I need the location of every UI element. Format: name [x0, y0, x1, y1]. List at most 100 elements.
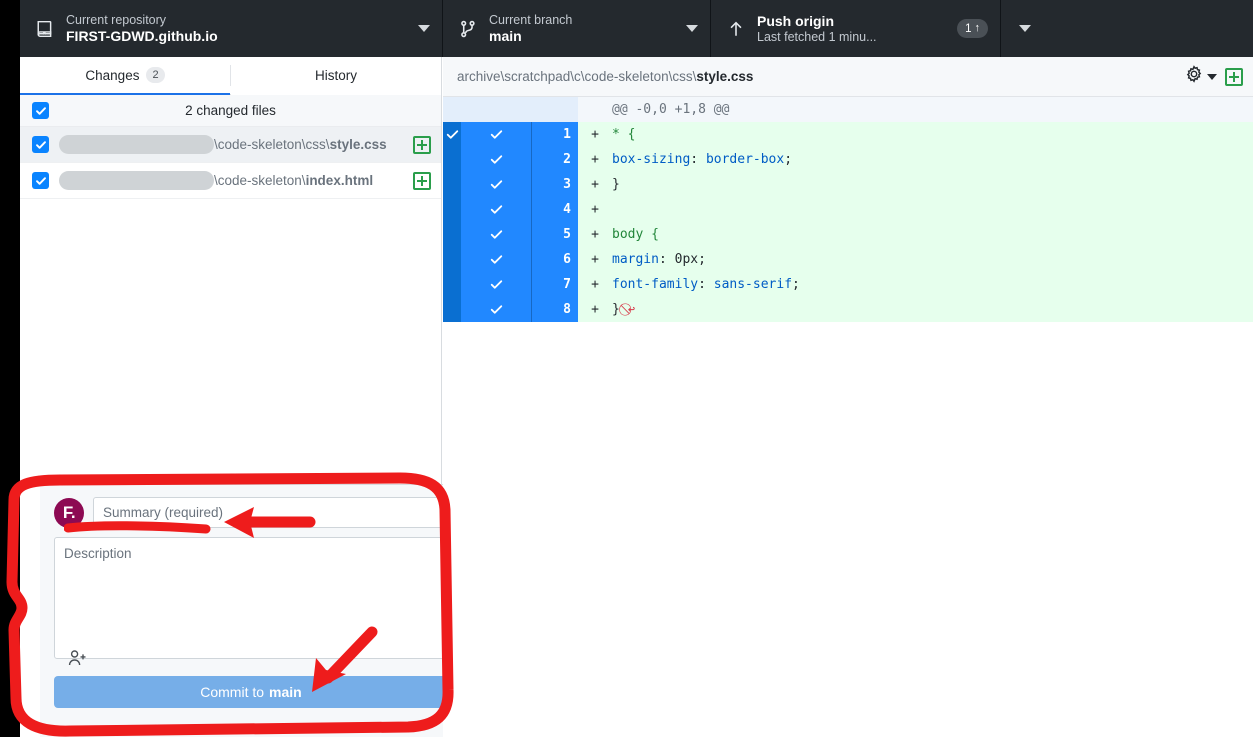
- repository-label: Current repository: [66, 12, 167, 27]
- repository-name: FIRST-GDWD.github.io: [66, 27, 218, 44]
- line-select-checkmark[interactable]: [461, 247, 531, 272]
- diff-file-path-prefix: archive\scratchpad\c\code-skeleton\css\: [457, 69, 697, 84]
- diff-file-name: style.css: [696, 69, 754, 84]
- arrow-up-icon: [723, 16, 749, 42]
- hunk-gutter-number: [531, 97, 578, 122]
- commit-description-input[interactable]: [54, 537, 448, 659]
- file-path: \code-skeleton\css\ style.css: [59, 135, 413, 154]
- file-list-item-index-html[interactable]: \code-skeleton\ index.html: [20, 163, 441, 199]
- tab-changes[interactable]: Changes 2: [20, 57, 230, 95]
- line-select-checkmark[interactable]: [461, 222, 531, 247]
- redacted-path-segment: [59, 135, 214, 154]
- diff-line-row[interactable]: 4 +: [443, 197, 1253, 222]
- line-select-checkmark[interactable]: [461, 197, 531, 222]
- line-content: }: [612, 177, 620, 192]
- no-newline-icon: ⃠↩: [627, 302, 636, 316]
- line-gutter-spacer: [443, 297, 461, 322]
- diff-header-actions: [1185, 65, 1243, 88]
- line-content: font-family: sans-serif;: [612, 277, 800, 292]
- push-options-button[interactable]: [1001, 0, 1049, 57]
- add-coauthor-icon[interactable]: [68, 649, 90, 669]
- line-number: 2: [531, 147, 578, 172]
- chevron-down-icon[interactable]: [418, 25, 430, 32]
- summary-row: F.: [54, 497, 448, 528]
- line-marker: +: [591, 202, 599, 217]
- file-list-item-style-css[interactable]: \code-skeleton\css\ style.css: [20, 127, 441, 163]
- hunk-marker: [578, 97, 612, 122]
- line-content: body {: [612, 227, 659, 242]
- select-all-checkbox[interactable]: [32, 102, 49, 119]
- line-content: }⃠↩: [612, 302, 636, 317]
- chevron-down-icon[interactable]: [1207, 73, 1217, 80]
- tab-history[interactable]: History: [231, 57, 441, 95]
- line-marker: +: [591, 252, 599, 267]
- current-branch-button[interactable]: Current branch main: [443, 0, 711, 57]
- commit-button-prefix: Commit to: [200, 684, 265, 700]
- file-status-added-icon: [413, 171, 431, 190]
- file-status-added-icon: [413, 135, 431, 154]
- line-select-checkmark[interactable]: [461, 172, 531, 197]
- repository-text: Current repository FIRST-GDWD.github.io: [66, 13, 410, 45]
- push-origin-subtitle: Last fetched 1 minu...: [757, 29, 877, 44]
- window-left-edge: [0, 0, 20, 737]
- diff-line-row[interactable]: 1 + * {: [443, 122, 1253, 147]
- line-content: margin: 0px;: [612, 252, 706, 267]
- line-number: 4: [531, 197, 578, 222]
- line-number: 3: [531, 172, 578, 197]
- file-name: style.css: [329, 137, 387, 152]
- line-number: 6: [531, 247, 578, 272]
- line-number: 5: [531, 222, 578, 247]
- file-path-prefix: \code-skeleton\: [214, 173, 306, 188]
- line-select-checkmark[interactable]: [461, 147, 531, 172]
- branch-icon: [455, 16, 481, 42]
- line-select-checkmark[interactable]: [461, 297, 531, 322]
- redacted-path-segment: [59, 171, 214, 190]
- ahead-commits-badge: 1 ↑: [957, 19, 988, 38]
- ahead-count: 1: [965, 22, 972, 35]
- diff-line-row[interactable]: 6 + margin: 0px;: [443, 247, 1253, 272]
- line-marker: +: [591, 277, 599, 292]
- diff-line-row[interactable]: 5 + body {: [443, 222, 1253, 247]
- file-path: \code-skeleton\ index.html: [59, 171, 413, 190]
- diff-line-row[interactable]: 3 + }: [443, 172, 1253, 197]
- changed-files-count-label: 2 changed files: [185, 103, 276, 118]
- diff-line-row[interactable]: 2 + box-sizing: border-box;: [443, 147, 1253, 172]
- expand-diff-icon[interactable]: [1225, 67, 1243, 86]
- line-gutter-spacer: [443, 272, 461, 297]
- tab-changes-count: 2: [146, 67, 165, 83]
- push-origin-button[interactable]: Push origin Last fetched 1 minu... 1 ↑: [711, 0, 1001, 57]
- line-select-checkmark[interactable]: [461, 122, 531, 147]
- commit-to-branch-button[interactable]: Commit to main: [54, 676, 448, 708]
- line-marker: +: [591, 227, 599, 242]
- line-select-checkmark[interactable]: [461, 272, 531, 297]
- changes-sidebar: Changes 2 History 2 changed files \code-…: [20, 57, 462, 737]
- line-gutter-spacer: [443, 172, 461, 197]
- diff-line-row[interactable]: 7 + font-family: sans-serif;: [443, 272, 1253, 297]
- line-content: box-sizing: border-box;: [612, 152, 793, 167]
- current-repository-button[interactable]: Current repository FIRST-GDWD.github.io: [20, 0, 443, 57]
- chevron-down-icon[interactable]: [1019, 25, 1031, 32]
- line-marker: +: [591, 302, 599, 317]
- diff-options-button[interactable]: [1185, 65, 1217, 88]
- commit-summary-input[interactable]: [93, 497, 448, 528]
- line-content: * {: [612, 127, 636, 142]
- tab-history-label: History: [314, 67, 357, 83]
- branch-text: Current branch main: [489, 13, 678, 45]
- line-number: 8: [531, 297, 578, 322]
- gear-icon: [1185, 65, 1203, 88]
- line-marker: +: [591, 177, 599, 192]
- file-name: index.html: [305, 173, 374, 188]
- line-gutter-spacer: [443, 147, 461, 172]
- hunk-gutter-check: [461, 97, 531, 122]
- commit-form: F. Commit to main: [40, 484, 462, 737]
- hunk-select-all-checkmark[interactable]: [443, 122, 461, 147]
- chevron-down-icon[interactable]: [686, 25, 698, 32]
- diff-hunk-header-row: @@ -0,0 +1,8 @@: [443, 97, 1253, 122]
- repository-icon: [32, 16, 58, 42]
- sidebar-tabs: Changes 2 History: [20, 57, 441, 95]
- file-checkbox[interactable]: [32, 136, 49, 153]
- diff-line-row[interactable]: 8 + }⃠↩: [443, 297, 1253, 322]
- file-checkbox[interactable]: [32, 172, 49, 189]
- github-desktop-window: Current repository FIRST-GDWD.github.io …: [0, 0, 1253, 737]
- branch-name: main: [489, 27, 522, 44]
